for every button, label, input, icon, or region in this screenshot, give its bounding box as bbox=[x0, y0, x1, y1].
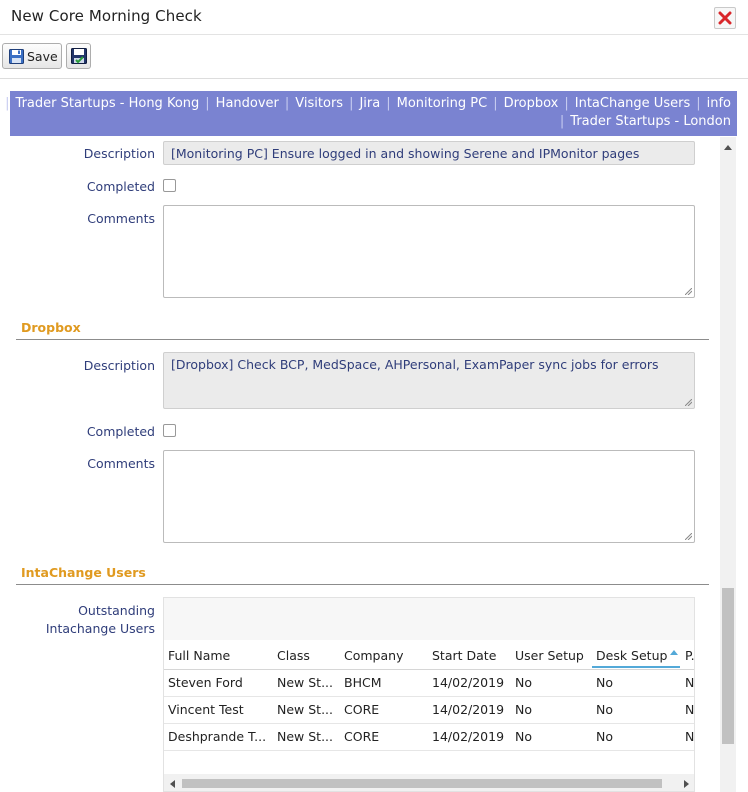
floppy-disk-check-icon bbox=[71, 48, 87, 64]
nav-link-monitoring-pc[interactable]: Monitoring PC bbox=[397, 96, 488, 111]
close-x-icon bbox=[718, 11, 732, 25]
save-and-close-button[interactable] bbox=[66, 43, 91, 69]
column-header-company[interactable]: Company bbox=[344, 648, 403, 663]
form-content: Description [Monitoring PC] Ensure logge… bbox=[0, 137, 720, 792]
save-button[interactable]: Save bbox=[2, 43, 62, 69]
nav-separator: | bbox=[205, 96, 210, 111]
toolbar: Save bbox=[0, 35, 748, 79]
table-cell: No bbox=[515, 675, 532, 690]
table-cell: New St... bbox=[277, 675, 333, 690]
scroll-left-icon[interactable] bbox=[170, 780, 175, 788]
section-nav-row-1: | Trader Startups - Hong Kong | Handover | Vi… bbox=[0, 96, 731, 111]
section-divider bbox=[16, 339, 709, 340]
section-nav-row-2: | Trader Startups - London bbox=[554, 114, 731, 129]
scrollbar-thumb[interactable] bbox=[182, 779, 662, 788]
scroll-right-icon[interactable] bbox=[684, 780, 689, 788]
table-cell: No bbox=[596, 675, 613, 690]
monitoring-comments-label: Comments bbox=[87, 211, 155, 226]
table-cell: N bbox=[685, 729, 695, 744]
nav-separator: | bbox=[493, 96, 498, 111]
table-cell: Deshprande T... bbox=[168, 729, 267, 744]
nav-link-jira[interactable]: Jira bbox=[359, 96, 380, 111]
table-row[interactable]: Deshprande T... New St... CORE 14/02/2019 No… bbox=[164, 723, 694, 751]
sort-indicator-underline bbox=[592, 666, 680, 668]
floppy-disk-icon bbox=[9, 49, 24, 64]
section-divider bbox=[16, 584, 709, 585]
resize-grip-icon[interactable] bbox=[685, 533, 692, 540]
column-header-full-name[interactable]: Full Name bbox=[168, 648, 230, 663]
table-cell: CORE bbox=[344, 729, 380, 744]
table-row[interactable]: Steven Ford New St... BHCM 14/02/2019 No No N bbox=[164, 669, 694, 697]
table-cell: 14/02/2019 bbox=[432, 729, 505, 744]
nav-separator: | bbox=[564, 96, 569, 111]
intachange-section-title: IntaChange Users bbox=[21, 565, 146, 580]
dropbox-description-field: [Dropbox] Check BCP, MedSpace, AHPersona… bbox=[163, 352, 695, 409]
save-button-label: Save bbox=[27, 49, 58, 64]
intachange-users-grid: Full Name Class Company Start Date User Setu… bbox=[163, 597, 695, 792]
form-vertical-scrollbar[interactable] bbox=[720, 137, 736, 792]
grid-horizontal-scrollbar[interactable] bbox=[164, 774, 694, 791]
table-cell: N bbox=[685, 675, 695, 690]
scrollbar-thumb[interactable] bbox=[722, 588, 734, 744]
table-cell: BHCM bbox=[344, 675, 382, 690]
table-cell: New St... bbox=[277, 729, 333, 744]
table-cell: No bbox=[515, 702, 532, 717]
dropbox-section-title: Dropbox bbox=[21, 320, 81, 335]
table-cell: Steven Ford bbox=[168, 675, 243, 690]
nav-link-trader-startups-london[interactable]: Trader Startups - London bbox=[570, 114, 731, 129]
column-header-user-setup[interactable]: User Setup bbox=[515, 648, 584, 663]
nav-link-visitors[interactable]: Visitors bbox=[295, 96, 343, 111]
dialog-title: New Core Morning Check bbox=[11, 7, 202, 25]
nav-separator: | bbox=[5, 96, 10, 111]
sort-ascending-icon bbox=[670, 650, 678, 655]
monitoring-completed-label: Completed bbox=[86, 179, 155, 194]
dropbox-completed-checkbox[interactable] bbox=[163, 424, 176, 437]
nav-separator: | bbox=[386, 96, 391, 111]
dialog-titlebar: New Core Morning Check bbox=[0, 0, 748, 35]
table-cell: No bbox=[596, 729, 613, 744]
monitoring-comments-input[interactable] bbox=[163, 205, 695, 298]
table-cell: Vincent Test bbox=[168, 702, 244, 717]
outstanding-label-line2: Intachange Users bbox=[45, 621, 155, 636]
resize-grip-icon[interactable] bbox=[685, 288, 692, 295]
table-cell: N bbox=[685, 702, 695, 717]
grid-group-panel bbox=[164, 598, 694, 641]
monitoring-completed-checkbox[interactable] bbox=[163, 179, 176, 192]
outstanding-label-line1: Outstanding bbox=[78, 603, 155, 618]
monitoring-description-field: [Monitoring PC] Ensure logged in and sho… bbox=[163, 141, 695, 165]
table-cell: 14/02/2019 bbox=[432, 675, 505, 690]
column-header-class[interactable]: Class bbox=[277, 648, 310, 663]
dropbox-description-text: [Dropbox] Check BCP, MedSpace, AHPersona… bbox=[171, 357, 659, 372]
nav-separator: | bbox=[284, 96, 290, 111]
nav-link-intachange-users[interactable]: IntaChange Users bbox=[575, 96, 690, 111]
column-header-start-date[interactable]: Start Date bbox=[432, 648, 496, 663]
nav-separator: | bbox=[349, 96, 354, 111]
dropbox-completed-label: Completed bbox=[86, 424, 155, 439]
dropbox-description-label: Description bbox=[83, 358, 155, 373]
close-button[interactable] bbox=[714, 7, 736, 29]
nav-link-handover[interactable]: Handover bbox=[216, 96, 279, 111]
column-header-desk-setup[interactable]: Desk Setup bbox=[596, 648, 667, 663]
column-header-p[interactable]: P... bbox=[685, 648, 694, 663]
nav-link-dropbox[interactable]: Dropbox bbox=[504, 96, 559, 111]
table-cell: No bbox=[515, 729, 532, 744]
nav-link-info[interactable]: info bbox=[707, 96, 731, 111]
resize-grip-icon[interactable] bbox=[685, 399, 692, 406]
nav-link-trader-startups-hong-kong[interactable]: Trader Startups - Hong Kong bbox=[16, 96, 200, 111]
dropbox-comments-input[interactable] bbox=[163, 450, 695, 543]
dropbox-comments-label: Comments bbox=[87, 456, 155, 471]
nav-separator: | bbox=[696, 96, 701, 111]
table-cell: New St... bbox=[277, 702, 333, 717]
table-cell: CORE bbox=[344, 702, 380, 717]
table-row[interactable]: Vincent Test New St... CORE 14/02/2019 No No N bbox=[164, 696, 694, 724]
table-cell: 14/02/2019 bbox=[432, 702, 505, 717]
monitoring-description-label: Description bbox=[83, 146, 155, 161]
scroll-up-icon[interactable] bbox=[724, 145, 732, 150]
section-nav-bar: | Trader Startups - Hong Kong | Handover | Vi… bbox=[5, 91, 737, 136]
nav-separator: | bbox=[559, 114, 565, 129]
table-cell: No bbox=[596, 702, 613, 717]
